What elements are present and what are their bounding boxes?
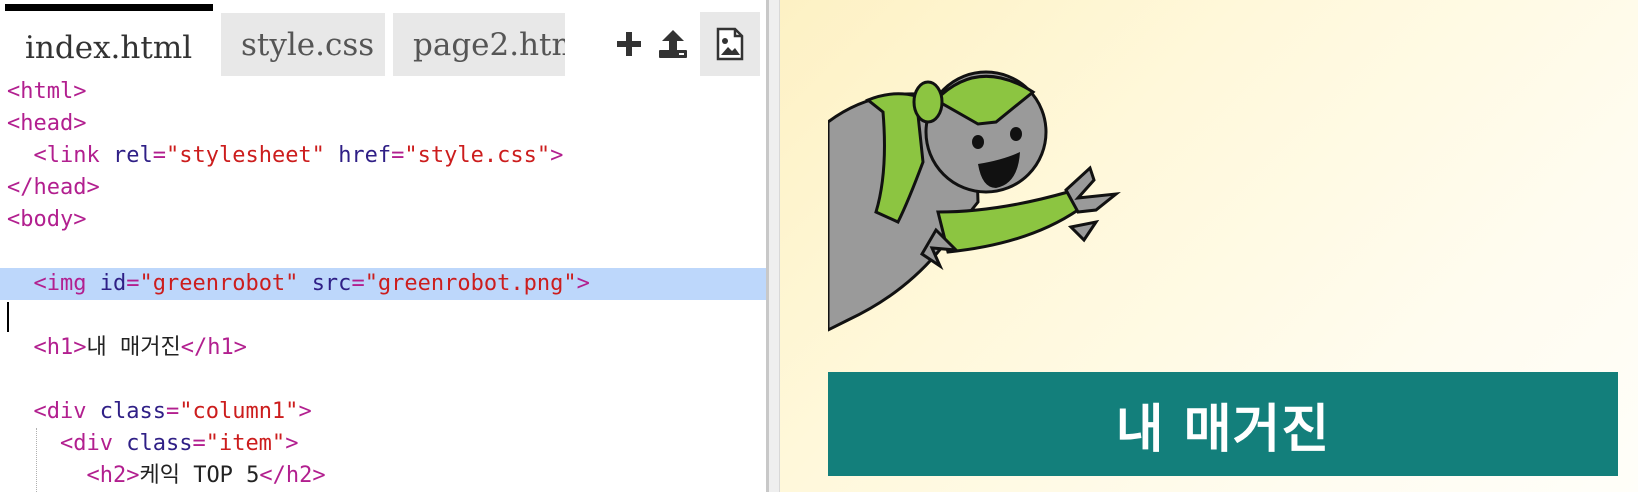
indent-guide xyxy=(36,428,37,492)
file-tab-bar: index.html style.css page2.html xyxy=(0,0,766,76)
code-line: <div class="item"> xyxy=(59,431,299,456)
code-line: <body> xyxy=(7,207,87,232)
tab-page2-html[interactable]: page2.html xyxy=(393,13,565,76)
tab-index-html[interactable]: index.html xyxy=(5,4,213,76)
page-title: 내 매거진 xyxy=(1115,399,1331,460)
code-line: <link rel="stylesheet" href="style.css"> xyxy=(33,143,564,168)
code-line: <h2>케익 TOP 5</h2> xyxy=(86,463,326,488)
image-icon xyxy=(716,27,744,61)
upload-icon xyxy=(659,30,687,58)
code-area[interactable]: <html> <head> <link rel="stylesheet" hre… xyxy=(0,76,766,492)
add-file-button[interactable] xyxy=(611,26,647,62)
preview-panel: 내 매거진 xyxy=(780,0,1638,492)
tab-label: page2.html xyxy=(413,27,565,63)
magazine-title-banner: 내 매거진 xyxy=(828,372,1618,476)
panel-resize-handle[interactable] xyxy=(766,0,780,492)
code-line: </head> xyxy=(7,175,100,200)
code-line xyxy=(0,300,766,332)
tab-style-css[interactable]: style.css xyxy=(221,13,385,76)
code-line: <h1>내 매거진</h1> xyxy=(33,335,247,360)
tab-label: index.html xyxy=(25,30,193,66)
code-line: <html> xyxy=(7,79,87,104)
code-editor-panel: index.html style.css page2.html xyxy=(0,0,766,492)
code-line-selected: <img id="greenrobot" src="greenrobot.png… xyxy=(0,268,766,300)
upload-button[interactable] xyxy=(655,24,691,64)
tab-label: style.css xyxy=(241,27,375,63)
greenrobot-image xyxy=(828,70,1121,332)
code-line: <div class="column1"> xyxy=(33,399,312,424)
text-cursor xyxy=(7,302,9,332)
code-line: <head> xyxy=(7,111,87,136)
add-image-button[interactable] xyxy=(700,12,760,76)
plus-icon xyxy=(617,32,641,56)
